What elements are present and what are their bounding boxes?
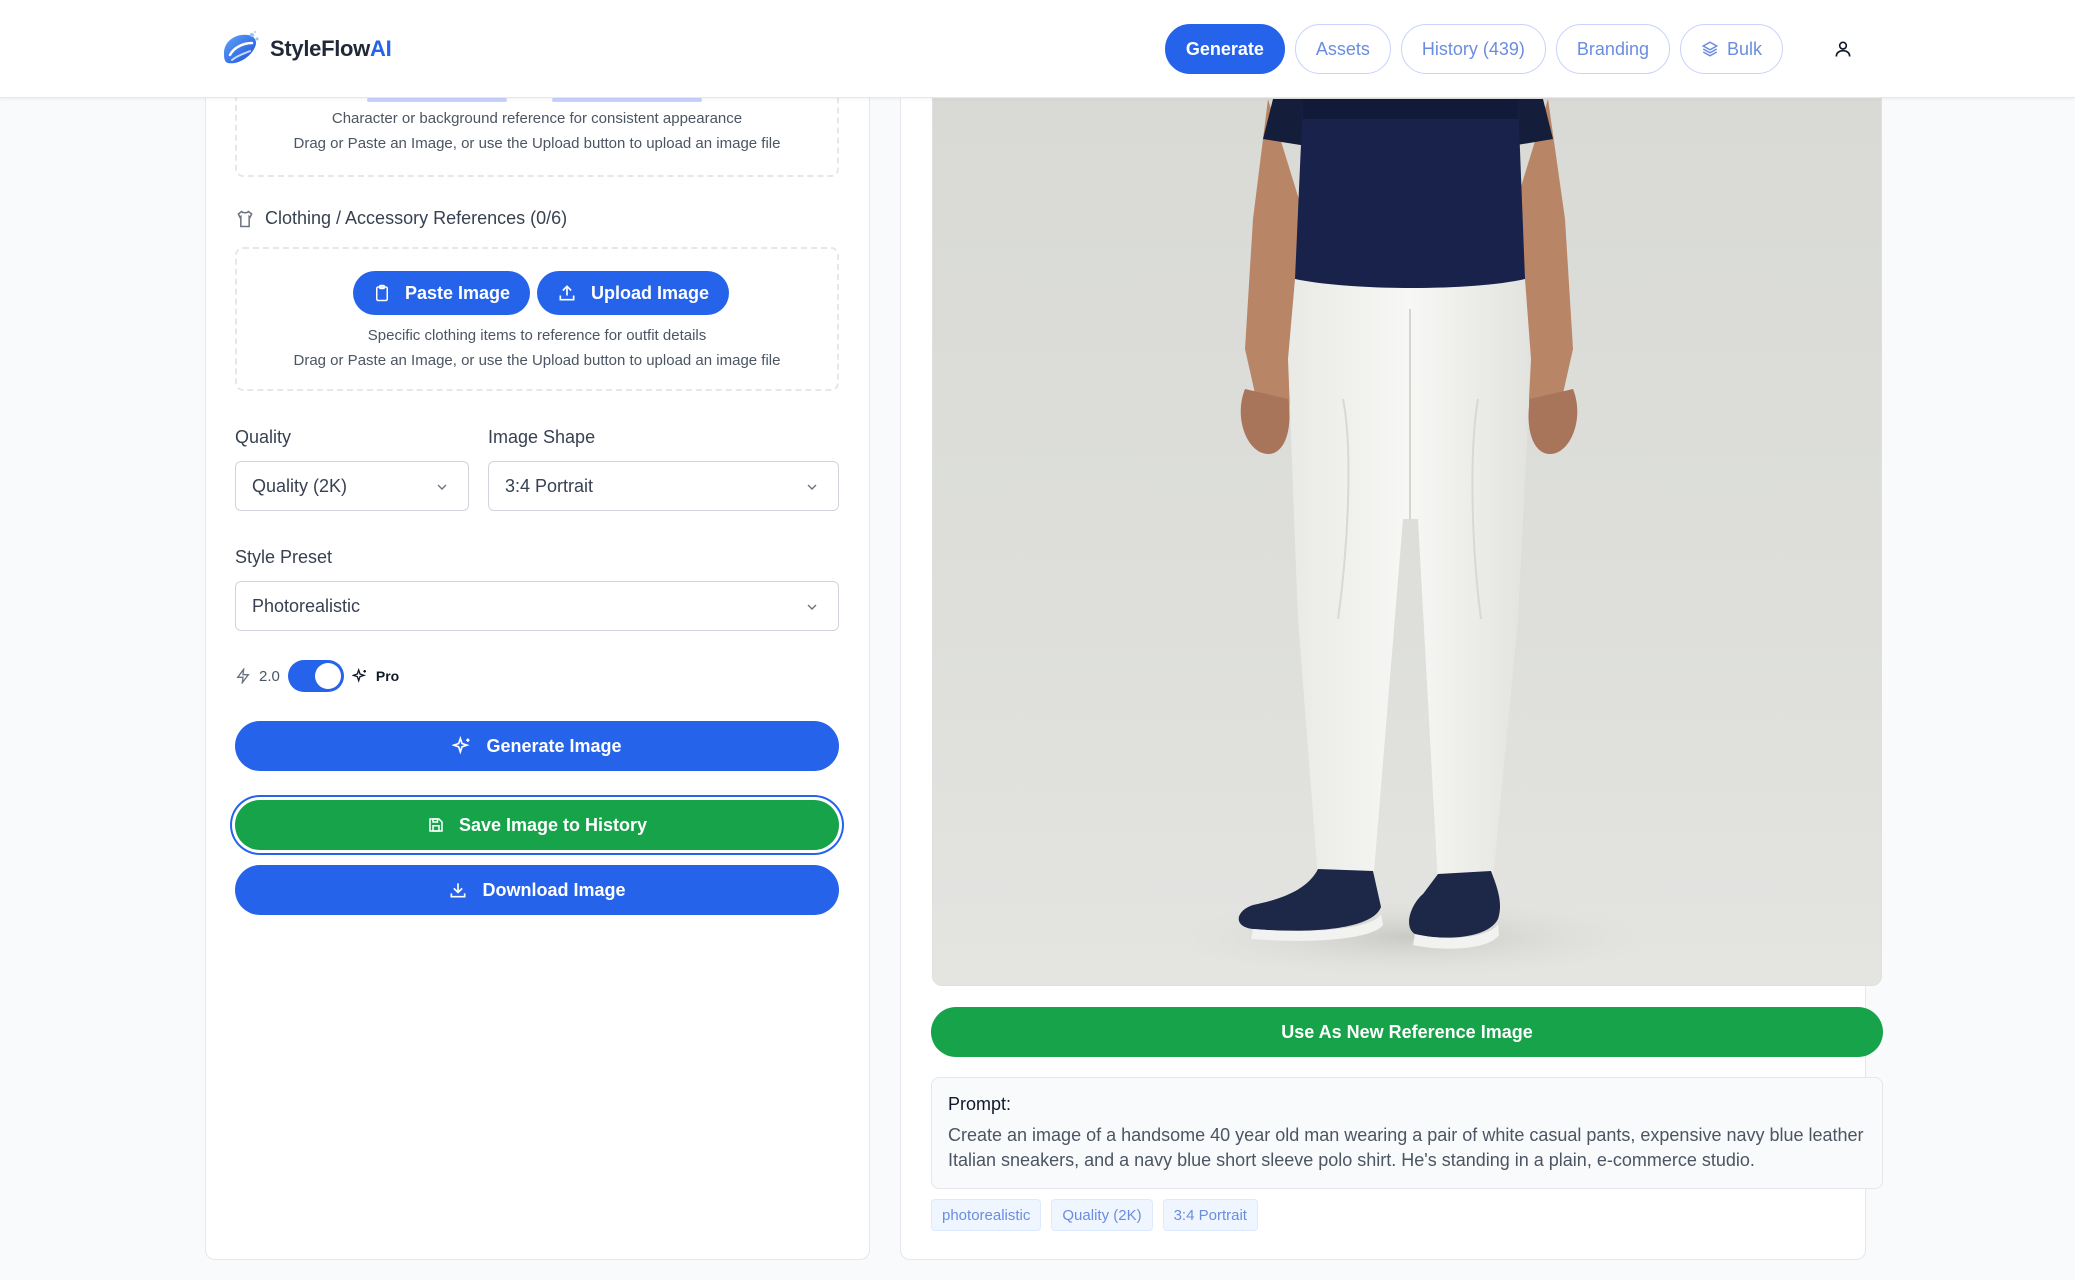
nav-history[interactable]: History (439) <box>1400 24 1546 74</box>
style-preset-select[interactable]: Photorealistic <box>235 581 839 631</box>
model-version-label: 2.0 <box>259 667 280 685</box>
nav-generate[interactable]: Generate <box>1164 24 1285 74</box>
top-header: StyleFlowAI Generate Assets History (439… <box>0 0 2075 98</box>
nav-branding[interactable]: Branding <box>1555 24 1670 74</box>
layers-icon <box>1701 41 1719 57</box>
hidden-upload-button-edge <box>552 98 702 102</box>
style-tag: photorealistic <box>931 1199 1042 1231</box>
download-image-button[interactable]: Download Image <box>235 865 839 915</box>
brand-name: StyleFlowAI <box>270 36 392 61</box>
paste-image-button[interactable]: Paste Image <box>353 271 531 315</box>
bolt-icon <box>236 668 250 684</box>
main-nav: Generate Assets History (439) Branding B… <box>1164 24 1853 74</box>
prompt-label: Prompt: <box>948 1094 1012 1114</box>
download-icon <box>450 883 466 898</box>
sparkles-icon <box>351 668 366 683</box>
upload-image-button[interactable]: Upload Image <box>537 271 730 315</box>
image-shape-label: Image Shape <box>488 427 596 447</box>
nav-bulk[interactable]: Bulk <box>1679 24 1783 74</box>
chevron-down-icon <box>437 484 447 490</box>
user-icon[interactable] <box>1833 39 1853 59</box>
quality-label: Quality <box>235 427 292 447</box>
shirt-icon <box>237 209 253 227</box>
pro-label: Pro <box>375 668 400 684</box>
model-toggle[interactable] <box>287 660 344 692</box>
hidden-paste-button-edge <box>367 98 507 102</box>
save-icon <box>429 818 443 832</box>
clothing-ref-hint: Specific clothing items to reference for… <box>367 327 707 344</box>
tag-list: photorealistic Quality (2K) 3:4 Portrait <box>931 1199 1258 1231</box>
sparkles-icon <box>452 736 471 755</box>
clothing-reference-dropzone[interactable]: Paste Image Upload Image Specific clothi… <box>235 247 839 391</box>
image-shape-select[interactable]: 3:4 Portrait <box>488 461 839 511</box>
logo[interactable]: StyleFlowAI <box>218 27 392 71</box>
use-as-reference-button[interactable]: Use As New Reference Image <box>931 1007 1883 1057</box>
clothing-ref-title: Clothing / Accessory References (0/6) <box>235 208 567 229</box>
quality-tag: Quality (2K) <box>1051 1199 1153 1231</box>
model-photo-illustration <box>1173 99 1653 977</box>
clothing-ref-instructions: Drag or Paste an Image, or use the Uploa… <box>293 352 781 369</box>
prompt-text: Create an image of a handsome 40 year ol… <box>948 1125 1864 1170</box>
prompt-box: Prompt: Create an image of a handsome 40… <box>931 1077 1883 1189</box>
shape-tag: 3:4 Portrait <box>1162 1199 1258 1231</box>
save-to-history-button[interactable]: Save Image to History <box>235 800 839 850</box>
character-ref-instructions: Drag or Paste an Image, or use the Uploa… <box>293 135 781 152</box>
chevron-down-icon <box>807 604 817 610</box>
generated-image <box>932 98 1882 986</box>
character-ref-hint: Character or background reference for co… <box>331 110 743 127</box>
upload-icon <box>559 285 575 301</box>
nav-assets[interactable]: Assets <box>1294 24 1391 74</box>
generate-image-button[interactable]: Generate Image <box>235 721 839 771</box>
logo-icon <box>224 30 259 64</box>
quality-select[interactable]: Quality (2K) <box>235 461 469 511</box>
clipboard-icon <box>376 284 388 302</box>
style-preset-label: Style Preset <box>235 547 333 567</box>
chevron-down-icon <box>807 484 817 490</box>
model-toggle-row: 2.0 Pro <box>235 660 399 692</box>
